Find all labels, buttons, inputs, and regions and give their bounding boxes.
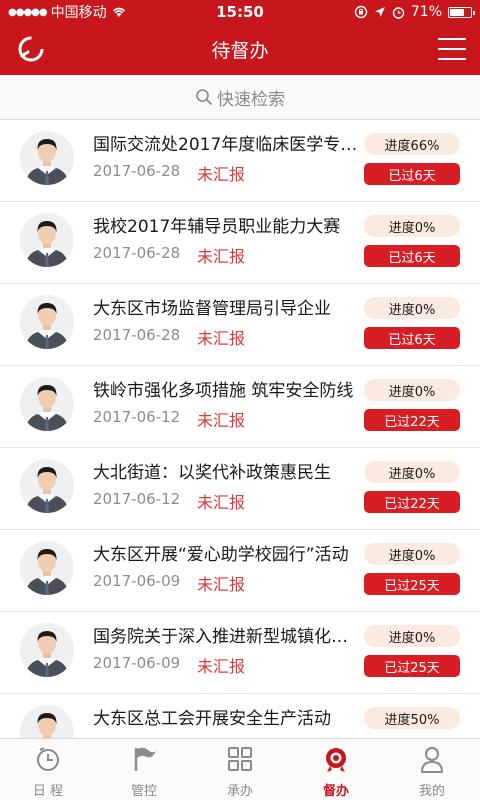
task-title: 大东区市场监督管理局引导企业 bbox=[93, 299, 331, 319]
top-header: ●●●●● 中国移动 15:50 71% 待督办 bbox=[0, 0, 480, 75]
progress-badge: 进度0% bbox=[364, 625, 460, 647]
task-date: 2017-06-12 bbox=[93, 408, 181, 426]
report-status: 未汇报 bbox=[197, 575, 246, 594]
tab-label: 督办 bbox=[322, 784, 349, 799]
task-item[interactable]: 大东区开展“爱心助学校园行”活动 2017-06-09 未汇报 进度0% 已过2… bbox=[0, 530, 480, 612]
task-date: 2017-06-28 bbox=[93, 244, 181, 262]
avatar bbox=[20, 623, 74, 677]
flag-icon bbox=[130, 745, 158, 777]
task-item[interactable]: 大东区总工会开展安全生产活动 进度50% bbox=[0, 694, 480, 739]
tab-grid[interactable]: 承办 bbox=[192, 739, 288, 800]
task-list: 国际交流处2017年度临床医学专业国际化改革 2017-06-28 未汇报 进度… bbox=[0, 120, 480, 739]
alarm-icon bbox=[392, 6, 405, 19]
task-title: 我校2017年辅导员职业能力大赛 bbox=[93, 217, 341, 237]
rotation-lock-icon bbox=[354, 5, 368, 19]
task-title: 国务院关于深入推进新型城镇化建设 bbox=[93, 627, 358, 647]
search-placeholder: 快速检索 bbox=[217, 89, 285, 110]
task-date: 2017-06-28 bbox=[93, 162, 181, 180]
task-date: 2017-06-28 bbox=[93, 326, 181, 344]
grid-icon bbox=[226, 745, 254, 777]
battery-percent: 71% bbox=[410, 4, 442, 20]
task-item[interactable]: 国际交流处2017年度临床医学专业国际化改革 2017-06-28 未汇报 进度… bbox=[0, 120, 480, 202]
report-status: 未汇报 bbox=[197, 493, 246, 512]
tab-schedule[interactable]: 日 程 bbox=[0, 739, 96, 800]
task-item[interactable]: 大东区市场监督管理局引导企业 2017-06-28 未汇报 进度0% 已过6天 bbox=[0, 284, 480, 366]
overdue-badge: 已过6天 bbox=[364, 327, 460, 349]
tab-label: 我的 bbox=[418, 784, 445, 799]
task-item[interactable]: 国务院关于深入推进新型城镇化建设 2017-06-09 未汇报 进度0% 已过2… bbox=[0, 612, 480, 694]
search-icon bbox=[196, 89, 212, 105]
schedule-icon bbox=[34, 745, 62, 777]
avatar bbox=[20, 295, 74, 349]
battery-icon bbox=[448, 6, 475, 18]
avatar bbox=[20, 131, 74, 185]
report-status: 未汇报 bbox=[197, 165, 246, 184]
report-status: 未汇报 bbox=[197, 411, 246, 430]
task-title: 大北街道：以奖代补政策惠民生 bbox=[93, 463, 331, 483]
avatar bbox=[20, 705, 74, 739]
task-title: 大东区开展“爱心助学校园行”活动 bbox=[93, 545, 349, 565]
tab-bar: 日 程 管控 承办 督办 我的 bbox=[0, 738, 480, 800]
progress-badge: 进度0% bbox=[364, 379, 460, 401]
task-item[interactable]: 大北街道：以奖代补政策惠民生 2017-06-12 未汇报 进度0% 已过22天 bbox=[0, 448, 480, 530]
task-item[interactable]: 我校2017年辅导员职业能力大赛 2017-06-28 未汇报 进度0% 已过6… bbox=[0, 202, 480, 284]
avatar bbox=[20, 377, 74, 431]
progress-badge: 进度0% bbox=[364, 543, 460, 565]
overdue-badge: 已过22天 bbox=[364, 409, 460, 431]
task-date: 2017-06-09 bbox=[93, 654, 181, 672]
overdue-badge: 已过6天 bbox=[364, 245, 460, 267]
task-title: 国际交流处2017年度临床医学专业国际化改革 bbox=[93, 135, 358, 155]
tab-label: 管控 bbox=[130, 784, 157, 799]
page-title: 待督办 bbox=[211, 40, 269, 62]
avatar bbox=[20, 459, 74, 513]
report-status: 未汇报 bbox=[197, 657, 246, 676]
search-bar[interactable]: 快速检索 bbox=[0, 75, 480, 120]
overdue-badge: 已过22天 bbox=[364, 491, 460, 513]
supervise-badge-icon bbox=[322, 745, 350, 777]
signal-icon: ●●●●● bbox=[8, 6, 48, 18]
app-logo-icon[interactable] bbox=[16, 34, 46, 64]
overdue-badge: 已过25天 bbox=[364, 573, 460, 595]
nav-bar: 待督办 bbox=[0, 24, 480, 75]
status-bar: ●●●●● 中国移动 15:50 71% bbox=[0, 0, 480, 24]
task-title: 铁岭市强化多项措施 筑牢安全防线 bbox=[93, 381, 354, 401]
task-item[interactable]: 铁岭市强化多项措施 筑牢安全防线 2017-06-12 未汇报 进度0% 已过2… bbox=[0, 366, 480, 448]
avatar bbox=[20, 541, 74, 595]
progress-badge: 进度66% bbox=[364, 133, 460, 155]
progress-badge: 进度0% bbox=[364, 215, 460, 237]
task-title: 大东区总工会开展安全生产活动 bbox=[93, 709, 331, 729]
tab-flag[interactable]: 管控 bbox=[96, 739, 192, 800]
progress-badge: 进度0% bbox=[364, 297, 460, 319]
overdue-badge: 已过6天 bbox=[364, 163, 460, 185]
progress-badge: 进度50% bbox=[364, 707, 460, 729]
overdue-badge: 已过25天 bbox=[364, 655, 460, 677]
location-icon bbox=[374, 7, 385, 17]
report-status: 未汇报 bbox=[197, 329, 246, 348]
hamburger-menu-icon[interactable] bbox=[438, 38, 466, 60]
avatar bbox=[20, 213, 74, 267]
tab-label: 日 程 bbox=[32, 784, 64, 799]
carrier-name: 中国移动 bbox=[50, 5, 107, 21]
progress-badge: 进度0% bbox=[364, 461, 460, 483]
profile-icon bbox=[418, 745, 446, 777]
task-date: 2017-06-09 bbox=[93, 572, 181, 590]
wifi-icon bbox=[112, 7, 125, 17]
report-status: 未汇报 bbox=[197, 247, 246, 266]
task-date: 2017-06-12 bbox=[93, 490, 181, 508]
tab-profile[interactable]: 我的 bbox=[384, 739, 480, 800]
tab-supervise-badge[interactable]: 督办 bbox=[288, 739, 384, 800]
tab-label: 承办 bbox=[226, 784, 253, 799]
